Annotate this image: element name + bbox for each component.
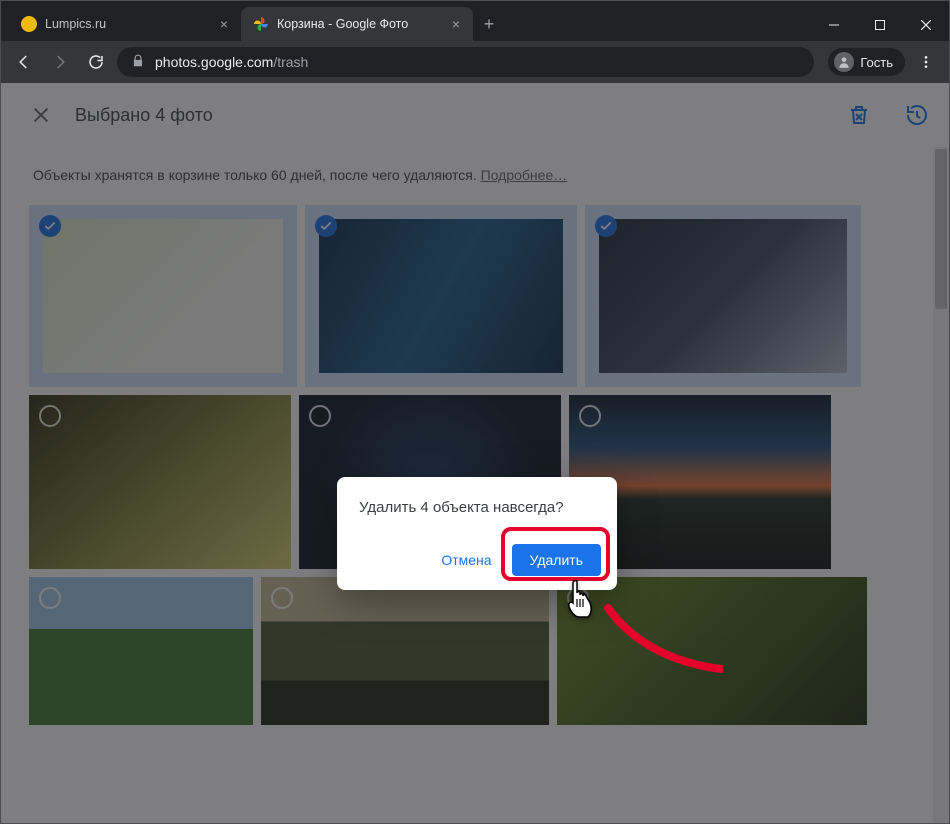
modal-scrim[interactable] bbox=[1, 83, 949, 823]
dialog-actions: Отмена Удалить bbox=[359, 544, 609, 576]
page-content: Выбрано 4 фото Объекты хранятся в корзин… bbox=[1, 83, 949, 823]
tab-google-photos[interactable]: Корзина - Google Фото × bbox=[241, 7, 473, 41]
profile-chip[interactable]: Гость bbox=[828, 48, 905, 76]
tab-title: Lumpics.ru bbox=[45, 17, 209, 31]
lock-icon bbox=[131, 54, 145, 71]
dialog-message: Удалить 4 объекта навсегда? bbox=[359, 499, 609, 516]
tab-close-icon[interactable]: × bbox=[217, 16, 231, 32]
window-minimize-button[interactable] bbox=[811, 9, 857, 41]
tab-lumpics[interactable]: Lumpics.ru × bbox=[9, 7, 241, 41]
tab-strip: Lumpics.ru × Корзина - Google Фото × + bbox=[1, 1, 949, 41]
address-bar[interactable]: photos.google.com/trash bbox=[117, 47, 814, 77]
browser-menu-button[interactable] bbox=[911, 47, 941, 77]
window-maximize-button[interactable] bbox=[857, 9, 903, 41]
nav-back-button[interactable] bbox=[9, 47, 39, 77]
tab-title: Корзина - Google Фото bbox=[277, 17, 441, 31]
window-controls bbox=[811, 9, 949, 41]
favicon-lumpics bbox=[21, 16, 37, 32]
nav-forward-button[interactable] bbox=[45, 47, 75, 77]
confirm-delete-dialog: Удалить 4 объекта навсегда? Отмена Удали… bbox=[337, 477, 617, 590]
tab-close-icon[interactable]: × bbox=[449, 16, 463, 32]
cancel-button[interactable]: Отмена bbox=[429, 544, 503, 576]
window-close-button[interactable] bbox=[903, 9, 949, 41]
avatar-icon bbox=[834, 52, 854, 72]
favicon-gphotos bbox=[253, 16, 269, 32]
delete-button[interactable]: Удалить bbox=[512, 544, 601, 576]
browser-toolbar: photos.google.com/trash Гость bbox=[1, 41, 949, 83]
browser-chrome: Lumpics.ru × Корзина - Google Фото × + bbox=[1, 1, 949, 83]
profile-label: Гость bbox=[860, 55, 893, 70]
new-tab-button[interactable]: + bbox=[475, 10, 503, 38]
nav-reload-button[interactable] bbox=[81, 47, 111, 77]
url-text: photos.google.com/trash bbox=[155, 54, 308, 70]
